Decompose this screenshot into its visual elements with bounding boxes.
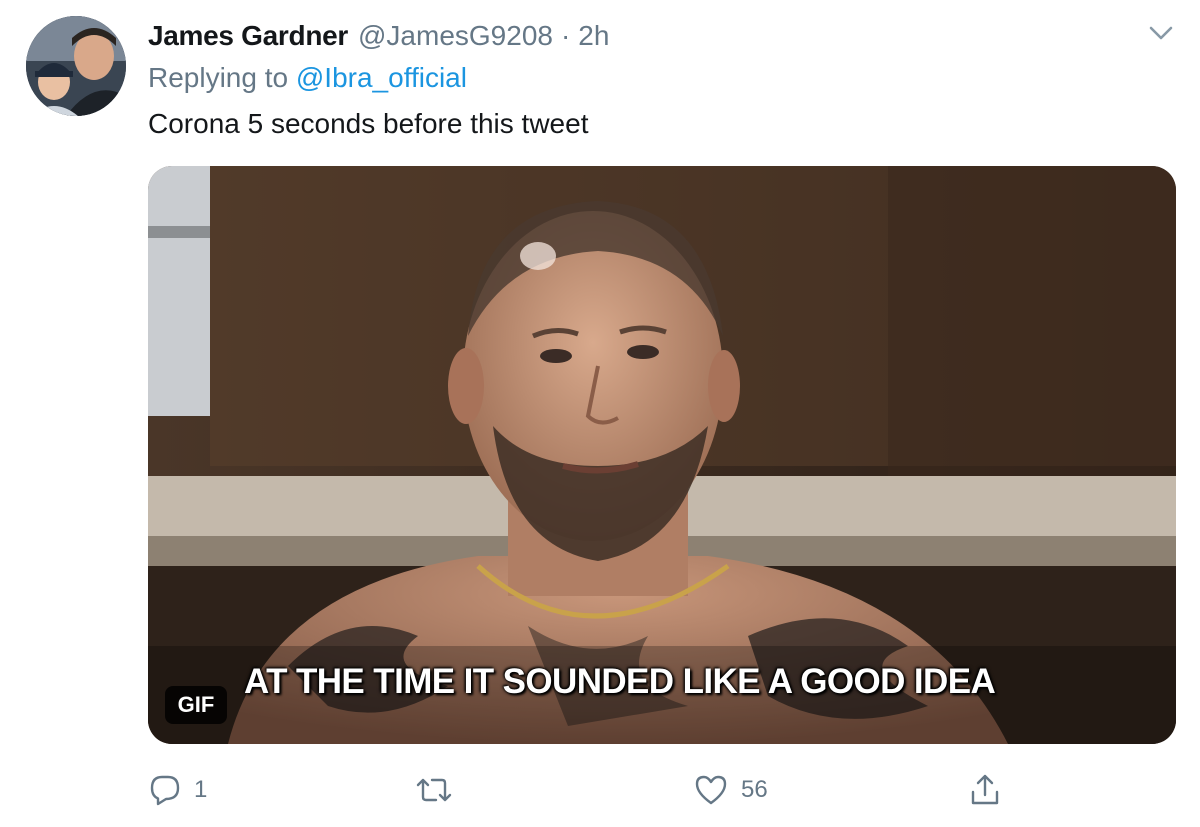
retweet-button[interactable]: [414, 768, 466, 812]
tweet-actions: 1 56: [148, 768, 1008, 812]
gif-frame-image: [148, 166, 1176, 744]
author-handle[interactable]: @JamesG9208: [358, 20, 553, 52]
like-count: 56: [741, 776, 768, 803]
gif-media[interactable]: GIF AT THE TIME IT SOUNDED LIKE A GOOD I…: [148, 166, 1176, 744]
retweet-icon: [416, 778, 452, 802]
reply-count: 1: [194, 776, 208, 803]
chevron-down-icon[interactable]: [1146, 20, 1176, 46]
separator-dot: ·: [560, 20, 571, 51]
comment-icon: [150, 775, 180, 806]
replying-to-prefix: Replying to: [148, 62, 289, 93]
gif-badge: GIF: [165, 686, 227, 724]
reply-button[interactable]: 1: [148, 768, 207, 812]
replying-to-line: Replying to @Ibra_official: [148, 62, 467, 94]
like-button[interactable]: 56: [693, 768, 768, 812]
gif-subtitle: AT THE TIME IT SOUNDED LIKE A GOOD IDEA: [244, 662, 996, 701]
heart-icon: [695, 775, 727, 805]
avatar[interactable]: [26, 16, 126, 116]
replying-to-link[interactable]: @Ibra_official: [296, 62, 467, 93]
tweet-header: James Gardner @JamesG9208 · 2h: [148, 16, 609, 56]
share-button[interactable]: [968, 768, 1002, 812]
share-icon: [971, 774, 999, 805]
tweet-timestamp[interactable]: 2h: [578, 20, 609, 52]
author-name[interactable]: James Gardner: [148, 20, 348, 52]
tweet-text: Corona 5 seconds before this tweet: [148, 108, 589, 139]
